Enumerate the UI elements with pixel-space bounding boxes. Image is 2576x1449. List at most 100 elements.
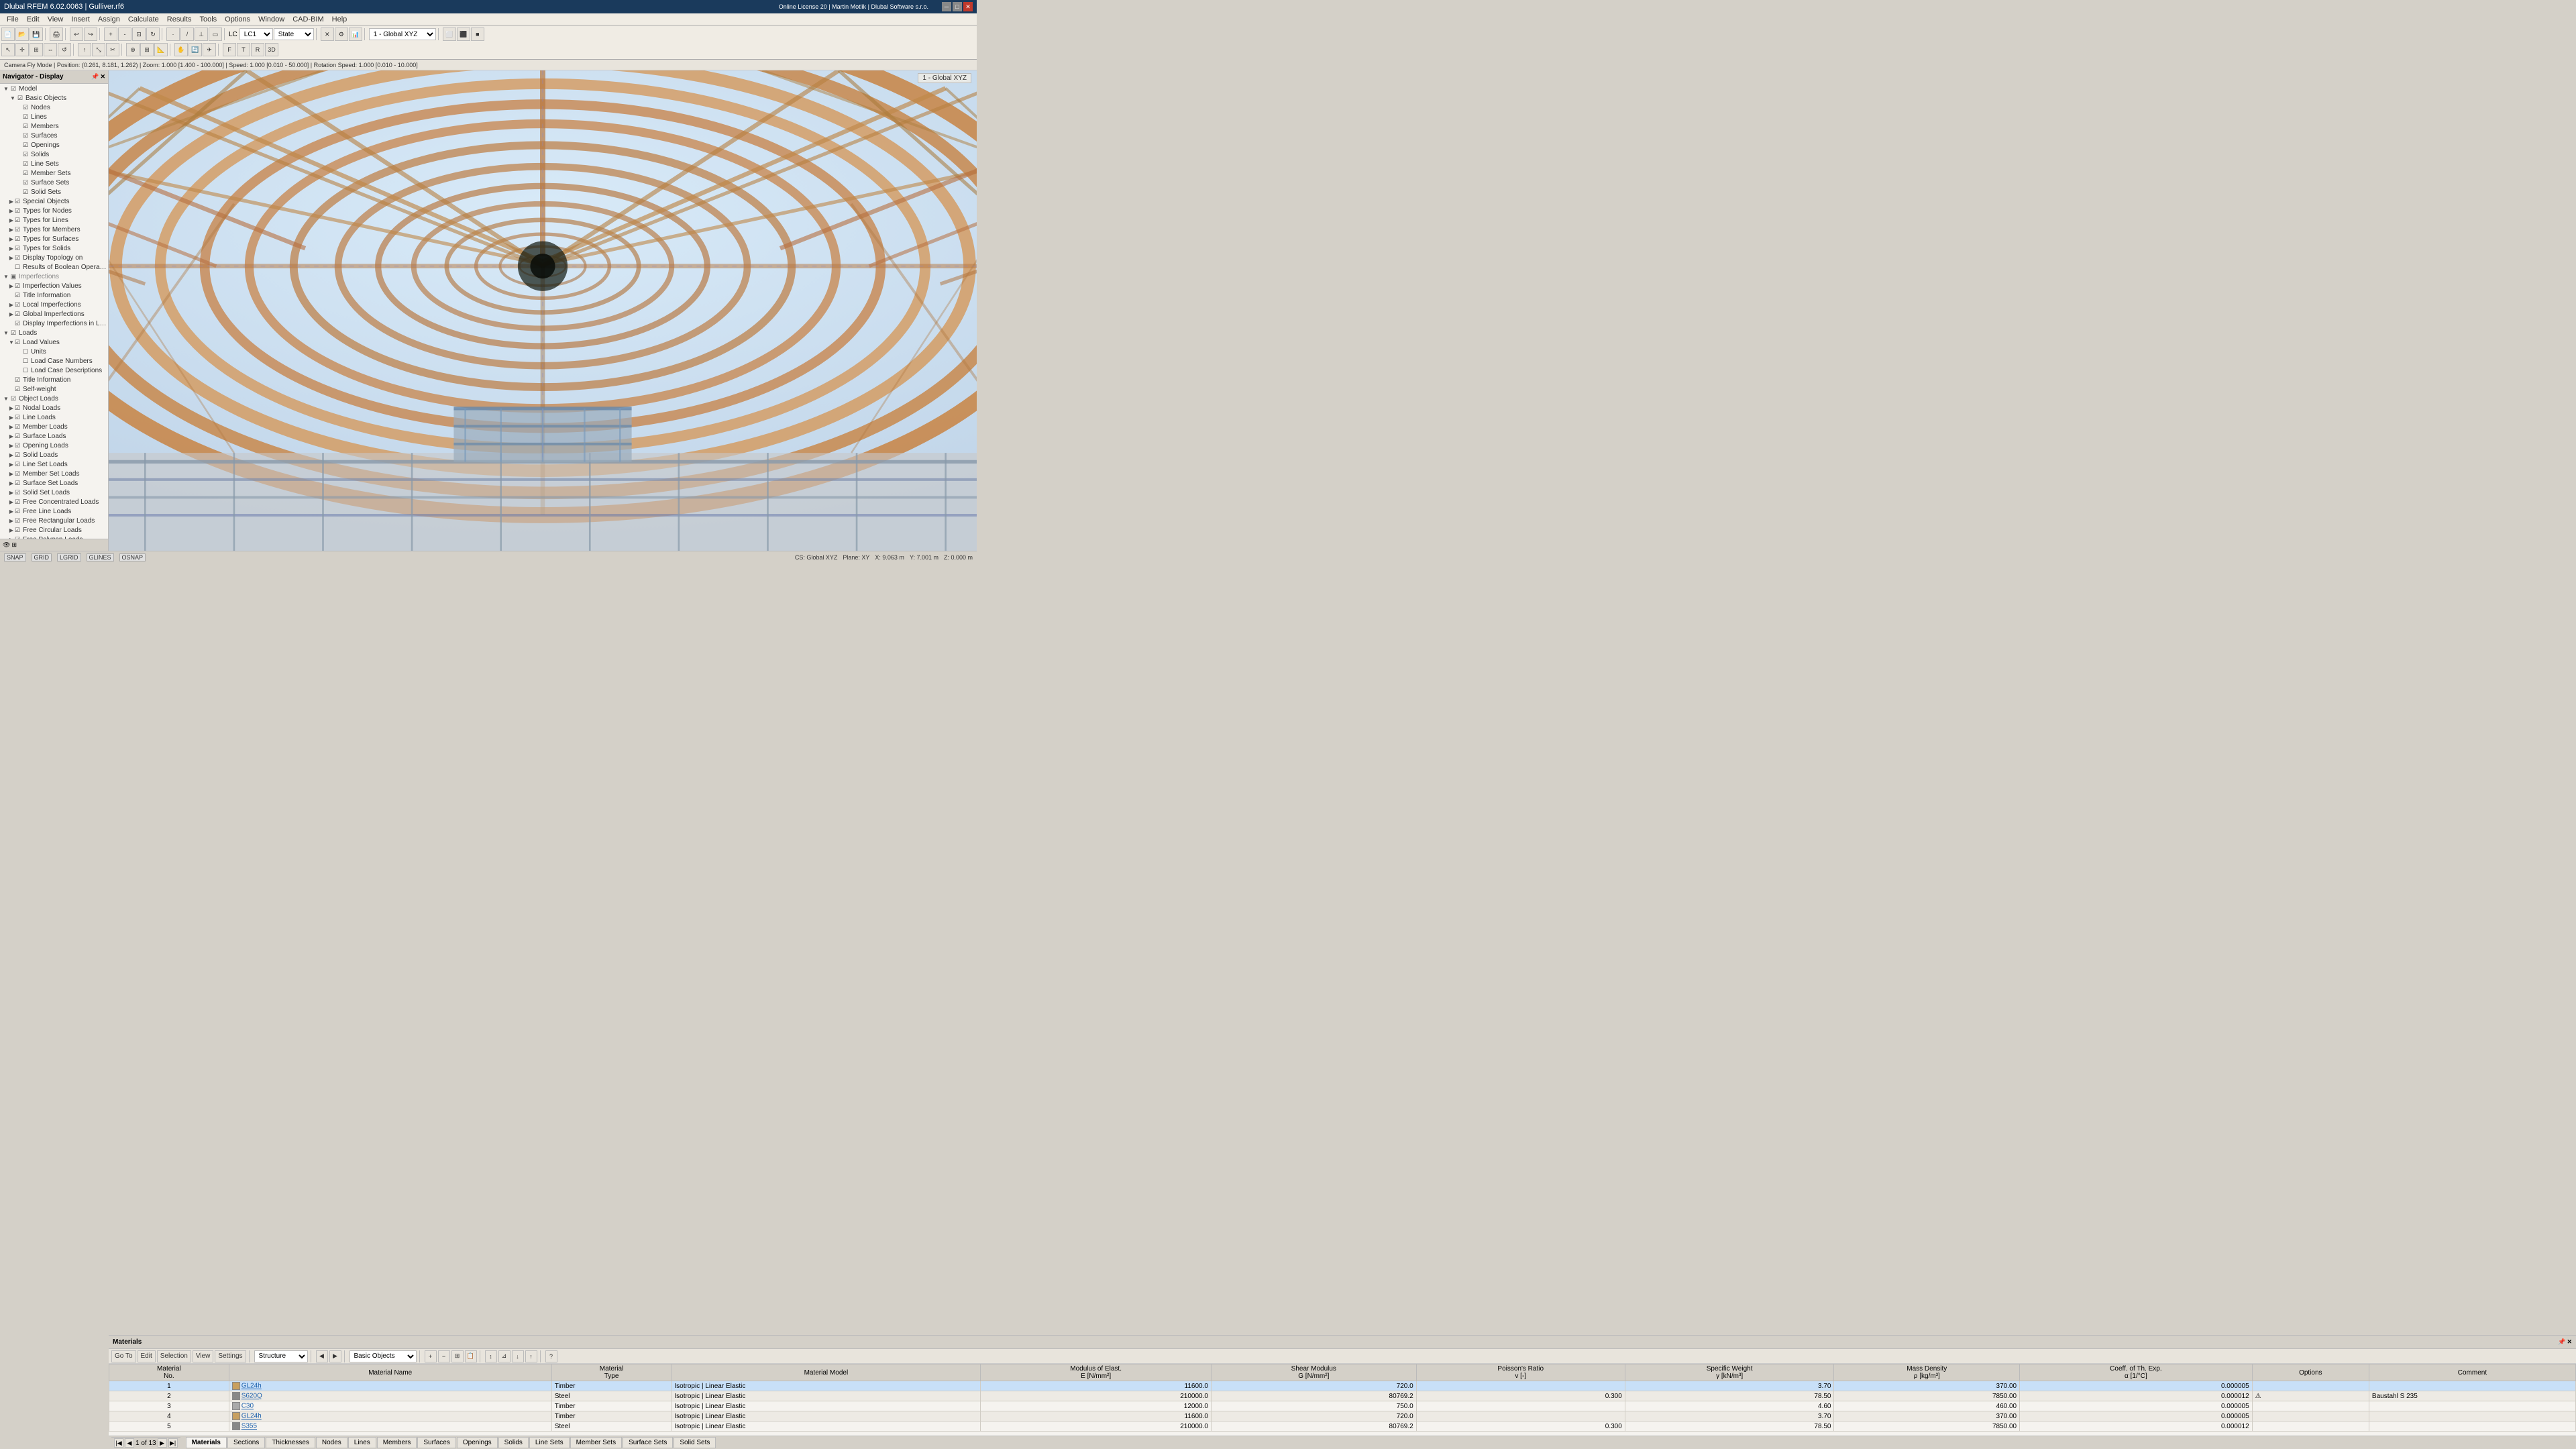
line-btn[interactable]: / (180, 28, 194, 41)
tree-solid-loads[interactable]: ▶ Solid Loads (0, 450, 108, 460)
nodes-check[interactable] (21, 103, 30, 111)
mat-settings-btn[interactable]: Settings (215, 1350, 246, 1362)
tree-title-info-loads[interactable]: Title Information (0, 375, 108, 384)
surface-sets-check[interactable] (21, 178, 30, 186)
tab-surface-sets[interactable]: Surface Sets (623, 1437, 673, 1448)
table-row[interactable]: 4GL24hTimberIsotropic | Linear Elastic11… (109, 1411, 2576, 1421)
local-imperf-check[interactable] (13, 301, 21, 309)
tree-lines[interactable]: Lines (0, 112, 108, 121)
opening-loads-check[interactable] (13, 441, 21, 449)
copy-btn[interactable]: ⊞ (30, 43, 43, 56)
tree-model[interactable]: ▼ Model (0, 84, 108, 93)
table-cell[interactable]: C30 (229, 1401, 551, 1411)
save-btn[interactable]: 💾 (30, 28, 43, 41)
tab-sections[interactable]: Sections (227, 1437, 265, 1448)
tab-member-sets[interactable]: Member Sets (570, 1437, 622, 1448)
basic-objects-check[interactable] (16, 94, 24, 102)
global-imperf-check[interactable] (13, 310, 21, 318)
types-surfaces-check[interactable] (13, 235, 21, 243)
table-cell[interactable]: 3 (109, 1401, 229, 1411)
line-set-loads-check[interactable] (13, 460, 21, 468)
table-row[interactable]: 5S355SteelIsotropic | Linear Elastic2100… (109, 1421, 2576, 1432)
tree-object-loads[interactable]: ▼ Object Loads (0, 394, 108, 403)
free-conc-check[interactable] (13, 498, 21, 506)
self-weight-check[interactable] (13, 385, 21, 393)
last-page-btn[interactable]: ▶| (168, 1438, 178, 1448)
tab-nodes[interactable]: Nodes (316, 1437, 347, 1448)
front-btn[interactable]: F (223, 43, 236, 56)
redo-btn[interactable]: ↪ (84, 28, 97, 41)
solids-check[interactable] (21, 150, 30, 158)
solid-btn[interactable]: ⬛ (457, 28, 470, 41)
solid-set-loads-check[interactable] (13, 488, 21, 496)
tree-nodes[interactable]: Nodes (0, 103, 108, 112)
tree-loads[interactable]: ▼ Loads (0, 328, 108, 337)
mat-edit-btn[interactable]: Edit (138, 1350, 156, 1362)
solid-loads-check[interactable] (13, 451, 21, 459)
tree-units[interactable]: Units (0, 347, 108, 356)
col-type[interactable]: MaterialType (551, 1364, 672, 1381)
tree-types-surfaces[interactable]: ▶ Types for Surfaces (0, 234, 108, 244)
rotate-btn[interactable]: ↻ (146, 28, 160, 41)
mat-selection-btn[interactable]: Selection (157, 1350, 191, 1362)
menu-calculate[interactable]: Calculate (124, 15, 163, 23)
tab-solids[interactable]: Solids (498, 1437, 529, 1448)
mat-view-btn[interactable]: View (193, 1350, 214, 1362)
menu-tools[interactable]: Tools (195, 15, 221, 23)
viewport[interactable]: 1 - Global XYZ (109, 70, 977, 551)
node-btn[interactable]: · (166, 28, 180, 41)
scale-btn[interactable]: ⤡ (92, 43, 105, 56)
mat-help-btn[interactable]: ? (545, 1350, 557, 1362)
member-loads-check[interactable] (13, 423, 21, 431)
free-line-loads-check[interactable] (13, 507, 21, 515)
snap-btn[interactable]: ⊕ (126, 43, 140, 56)
snap-status[interactable]: SNAP (4, 553, 26, 561)
tree-types-members[interactable]: ▶ Types for Members (0, 225, 108, 234)
model-arrow[interactable]: ▼ (3, 86, 9, 92)
load-values-check[interactable] (13, 338, 21, 346)
loads-arrow[interactable]: ▼ (3, 330, 9, 336)
nav-pin[interactable]: 📌 (91, 73, 99, 80)
tree-basic-objects[interactable]: ▼ Basic Objects (0, 93, 108, 103)
basic-objects-arrow[interactable]: ▼ (9, 95, 16, 101)
lgrid-status[interactable]: LGRID (57, 553, 81, 561)
model-check[interactable] (9, 85, 17, 93)
tree-global-imperf[interactable]: ▶ Global Imperfections (0, 309, 108, 319)
move-btn[interactable]: ✛ (15, 43, 29, 56)
pan-btn[interactable]: ✋ (174, 43, 188, 56)
tab-line-sets[interactable]: Line Sets (529, 1437, 570, 1448)
first-page-btn[interactable]: |◀ (114, 1438, 123, 1448)
imperf-values-check[interactable] (13, 282, 21, 290)
col-model[interactable]: Material Model (672, 1364, 981, 1381)
tree-imperf-values[interactable]: ▶ Imperfection Values (0, 281, 108, 290)
tab-openings[interactable]: Openings (457, 1437, 498, 1448)
tree-nodal-loads[interactable]: ▶ Nodal Loads (0, 403, 108, 413)
mat-copy-btn[interactable]: ⊞ (451, 1350, 464, 1362)
units-check[interactable] (21, 347, 30, 356)
menu-edit[interactable]: Edit (23, 15, 44, 23)
tree-opening-loads[interactable]: ▶ Opening Loads (0, 441, 108, 450)
tree-line-loads[interactable]: ▶ Line Loads (0, 413, 108, 422)
lc-desc-check[interactable] (21, 366, 30, 374)
mirror-btn[interactable]: ⇔ (44, 43, 57, 56)
tree-lc-numbers[interactable]: Load Case Numbers (0, 356, 108, 366)
tb-btn-b[interactable]: ⚙ (335, 28, 348, 41)
types-solids-check[interactable] (13, 244, 21, 252)
maximize-btn[interactable]: □ (953, 2, 962, 11)
mat-add-btn[interactable]: + (425, 1350, 437, 1362)
member-set-loads-check[interactable] (13, 470, 21, 478)
object-loads-check[interactable] (9, 394, 17, 402)
tree-types-lines[interactable]: ▶ Types for Lines (0, 215, 108, 225)
col-e[interactable]: Modulus of Elast.E [N/mm²] (981, 1364, 1212, 1381)
col-g[interactable]: Shear ModulusG [N/mm²] (1211, 1364, 1416, 1381)
tree-members[interactable]: Members (0, 121, 108, 131)
menu-results[interactable]: Results (163, 15, 196, 23)
menu-options[interactable]: Options (221, 15, 254, 23)
tree-load-values[interactable]: ▼ Load Values (0, 337, 108, 347)
table-cell[interactable]: 2 (109, 1391, 229, 1401)
top-btn[interactable]: T (237, 43, 250, 56)
table-row[interactable]: 1GL24hTimberIsotropic | Linear Elastic11… (109, 1381, 2576, 1391)
types-lines-check[interactable] (13, 216, 21, 224)
table-cell[interactable]: 1 (109, 1381, 229, 1391)
menu-help[interactable]: Help (328, 15, 352, 23)
